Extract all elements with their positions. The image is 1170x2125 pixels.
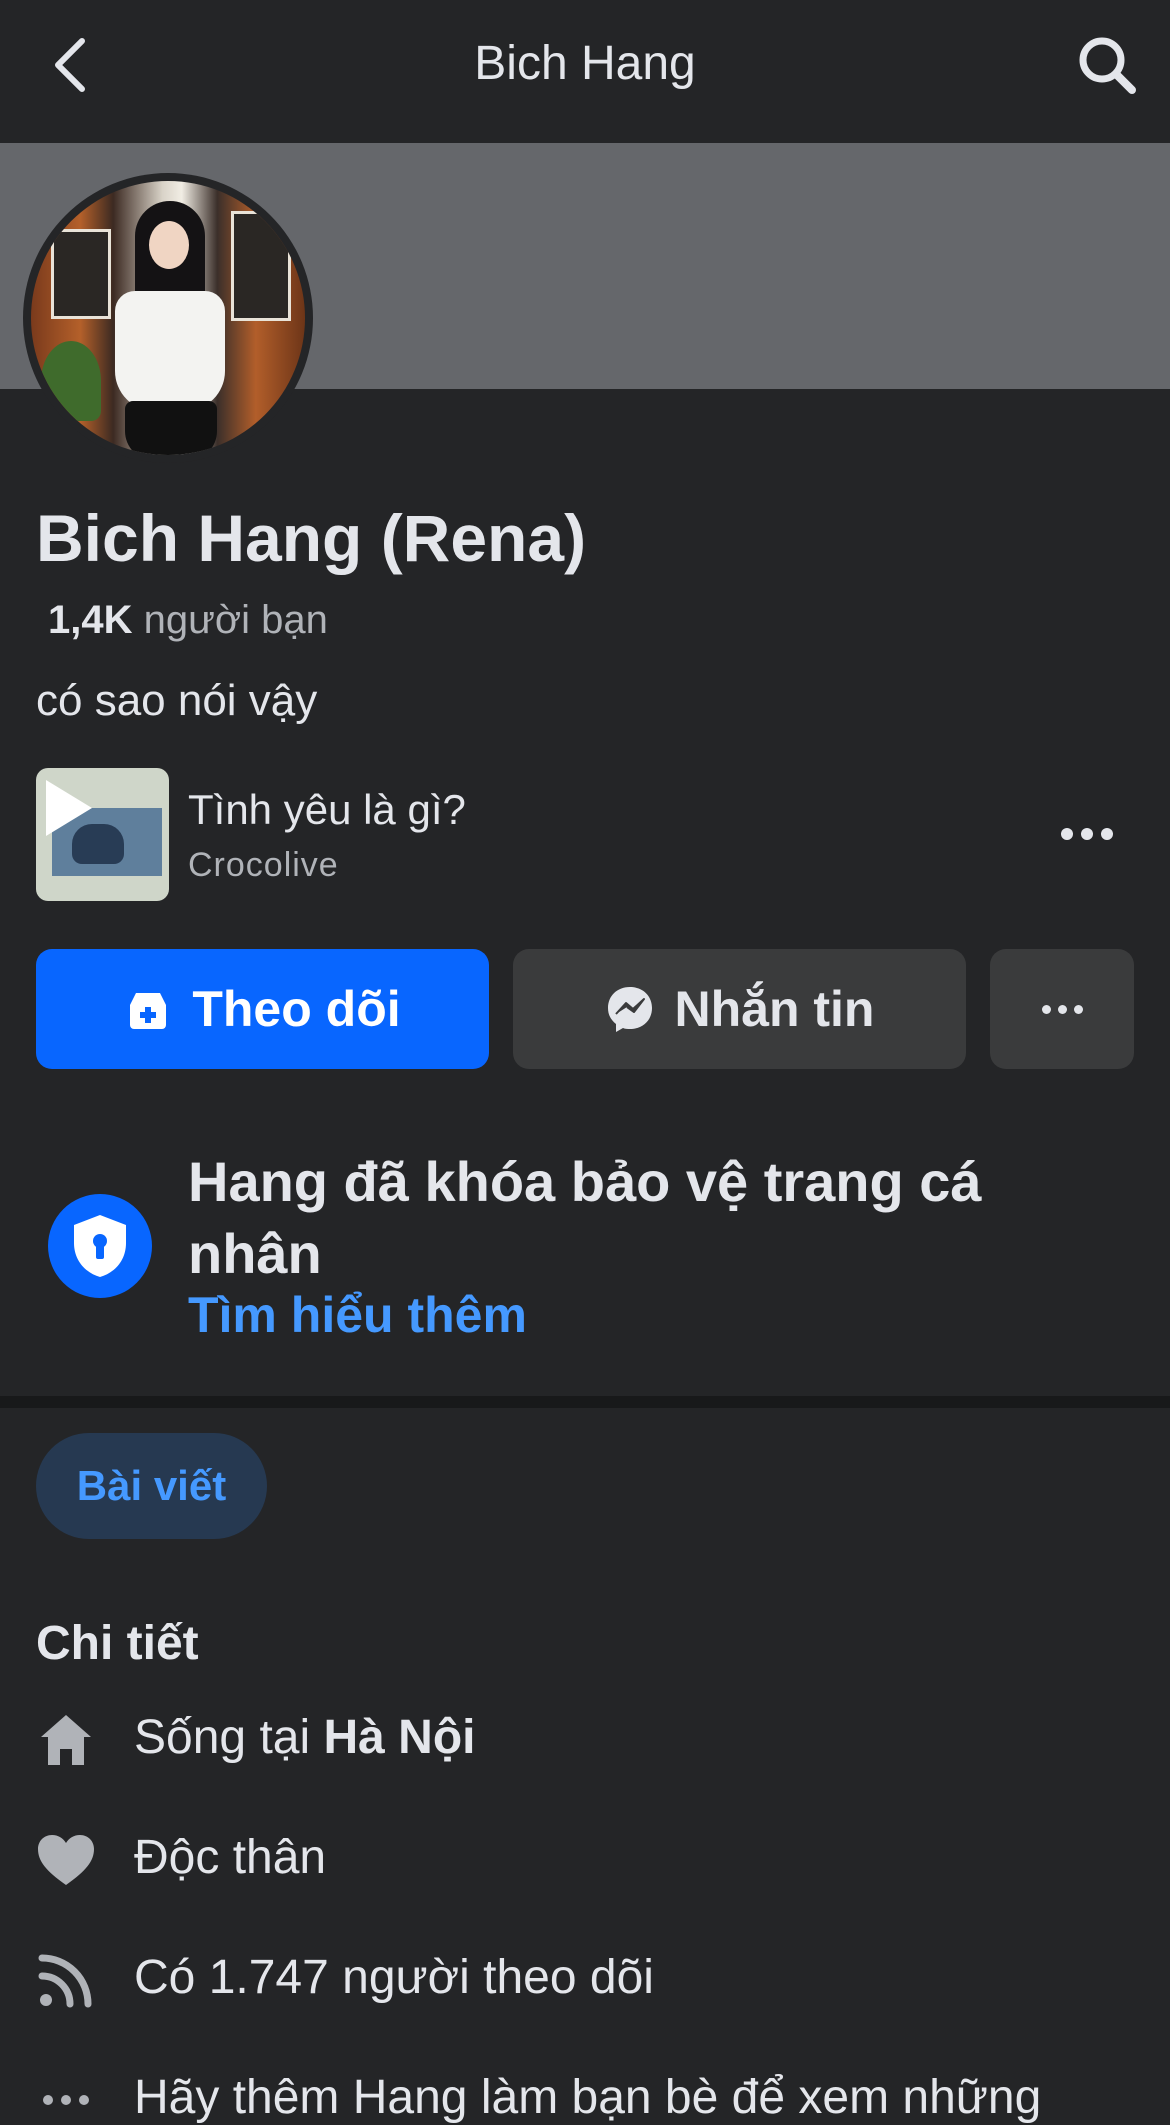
detail-relationship-text: Độc thân (134, 1831, 327, 1884)
more-actions-button[interactable] (990, 949, 1134, 1069)
search-icon (1079, 37, 1136, 94)
play-icon (46, 780, 92, 836)
messenger-icon (607, 987, 652, 1032)
music-thumbnail[interactable] (36, 768, 169, 901)
follow-label: Theo dõi (192, 981, 401, 1037)
follow-button[interactable]: Theo dõi (36, 949, 489, 1069)
friends-count-value: 1,4K (48, 598, 133, 642)
detail-add-friend-text: Hãy thêm Hang làm bạn bè để xem những (134, 2071, 1042, 2124)
learn-more-link[interactable]: Tìm hiểu thêm (188, 1286, 527, 1344)
tab-posts[interactable]: Bài viết (36, 1433, 267, 1539)
more-dots-icon (1061, 828, 1073, 840)
more-dots-icon (1041, 1004, 1051, 1014)
profile-avatar[interactable] (23, 173, 313, 463)
friends-count[interactable]: 1,4K người bạn (48, 598, 328, 643)
detail-lives-in: Sống tại Hà Nội (36, 1700, 1156, 1780)
heart-icon (36, 1830, 96, 1890)
profile-music[interactable]: Tình yêu là gì? Crocolive (36, 768, 1134, 902)
detail-lives-in-prefix: Sống tại (134, 1711, 324, 1764)
profile-name: Bich Hang (Rena) (36, 501, 587, 575)
page-title: Bich Hang (474, 37, 696, 90)
music-more-button[interactable] (1052, 804, 1122, 864)
feed-icon (36, 1950, 96, 2010)
avatar-image (31, 181, 305, 455)
follow-icon (130, 993, 167, 1029)
detail-relationship: Độc thân (36, 1820, 1156, 1900)
profile-screen: Bich Hang Bich Hang (Rena) 1,4K người bạ… (0, 0, 1170, 2125)
home-icon (36, 1710, 96, 1770)
detail-followers[interactable]: Có 1.747 người theo dõi (36, 1940, 1156, 2020)
lock-notice-title: Hang đã khóa bảo vệ trang cá nhân (188, 1150, 982, 1285)
music-artist: Crocolive (188, 846, 339, 884)
detail-followers-text: Có 1.747 người theo dõi (134, 1951, 654, 2004)
section-divider (0, 1396, 1170, 1408)
message-button[interactable]: Nhắn tin (513, 949, 966, 1069)
more-dots-icon (36, 2070, 96, 2125)
top-bar: Bich Hang (0, 0, 1170, 143)
friends-count-label: người bạn (143, 598, 328, 642)
locked-profile-notice: Hang đã khóa bảo vệ trang cá nhân Tìm hi… (36, 1140, 1134, 1350)
message-label: Nhắn tin (674, 981, 875, 1037)
details-heading: Chi tiết (36, 1617, 199, 1670)
music-title: Tình yêu là gì? (188, 786, 466, 833)
search-button[interactable] (1072, 30, 1142, 100)
action-buttons: Theo dõi Nhắn tin (36, 949, 1134, 1069)
profile-bio: có sao nói vậy (36, 676, 318, 725)
detail-add-friend-hint: Hãy thêm Hang làm bạn bè để xem những (36, 2060, 1156, 2125)
shield-lock-icon (48, 1194, 152, 1298)
detail-city: Hà Nội (323, 1711, 476, 1764)
